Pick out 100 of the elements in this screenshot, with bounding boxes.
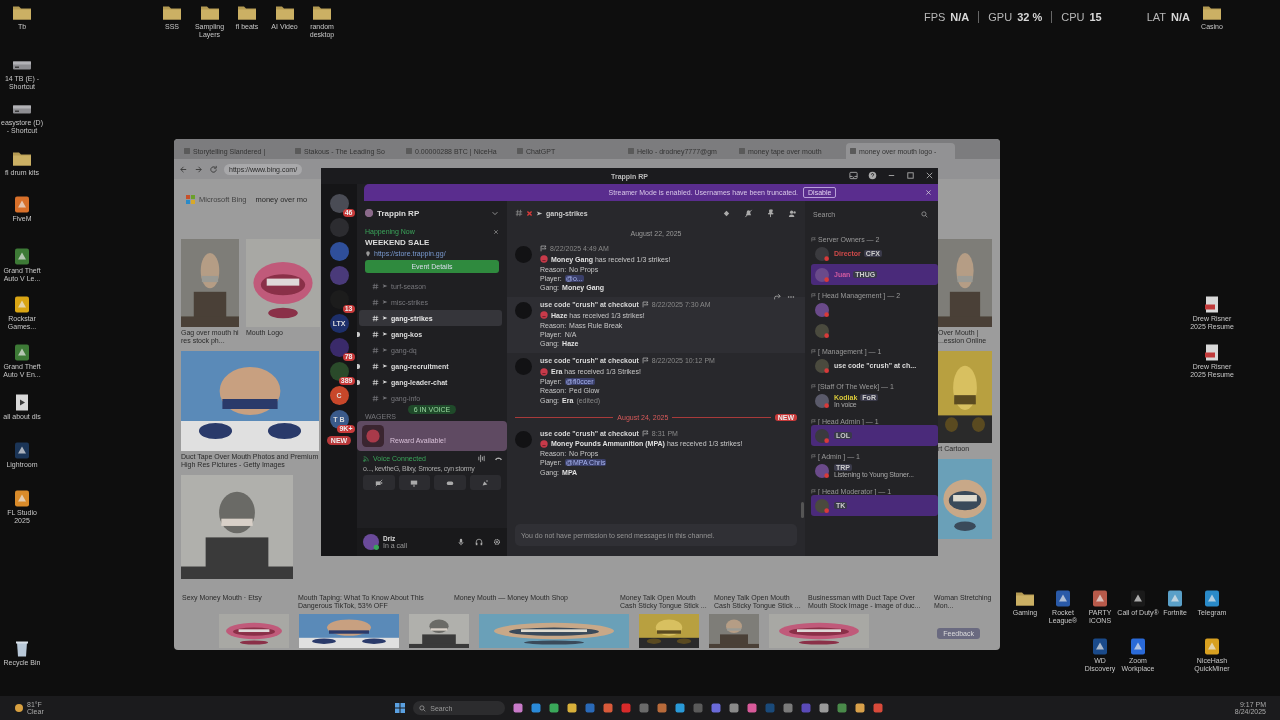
- back-icon[interactable]: [179, 164, 188, 174]
- search-icon[interactable]: [419, 704, 427, 712]
- gpu-label: GPU: [988, 11, 1013, 23]
- flag-icon: [811, 488, 816, 494]
- forward-icon[interactable]: [773, 293, 781, 302]
- app-icon[interactable]: [1053, 590, 1073, 607]
- folder-icon[interactable]: [1015, 590, 1035, 607]
- fps-label: FPS: [923, 11, 946, 23]
- maximize-icon[interactable]: [906, 171, 915, 180]
- windows-start-icon[interactable]: [395, 703, 406, 713]
- latency-label: LAT: [1146, 11, 1167, 23]
- hang-up-icon[interactable]: [494, 454, 503, 463]
- taskbar-app-icon[interactable]: [855, 703, 866, 713]
- folder-icon[interactable]: [199, 4, 220, 21]
- forward-icon[interactable]: [194, 164, 203, 174]
- microphone-icon[interactable]: [457, 538, 465, 546]
- server-name[interactable]: Trappin RP: [377, 208, 487, 218]
- taskbar-app-icon[interactable]: [549, 703, 560, 713]
- app-icon[interactable]: [12, 442, 32, 459]
- channel-hash-icon: [515, 209, 523, 217]
- member-avatar: [815, 246, 829, 261]
- folder-icon[interactable]: [12, 4, 32, 21]
- taskbar-app-icon[interactable]: [783, 703, 794, 713]
- app-icon[interactable]: [12, 344, 32, 361]
- app-icon[interactable]: [1128, 638, 1148, 655]
- taskbar-app-icon[interactable]: [837, 703, 848, 713]
- member-avatar: [815, 302, 829, 317]
- taskbar-app-icon[interactable]: [675, 703, 686, 713]
- camera-off-button[interactable]: [363, 475, 395, 490]
- user-avatar[interactable]: [363, 534, 379, 550]
- arrow-icon: [382, 283, 388, 289]
- arrow-icon: [382, 331, 388, 337]
- app-icon[interactable]: [1202, 638, 1222, 655]
- member-avatar: [815, 267, 829, 282]
- folder-icon[interactable]: [312, 4, 332, 21]
- fps-value: N/A: [950, 11, 970, 23]
- folder-icon[interactable]: [12, 150, 32, 167]
- threads-icon[interactable]: [722, 208, 731, 218]
- gpu-value: 32 %: [1017, 11, 1043, 23]
- flag-icon: [811, 348, 816, 354]
- flag-icon: [811, 236, 816, 242]
- taskbar-app-icon[interactable]: [567, 703, 578, 713]
- app-icon[interactable]: [1090, 638, 1110, 655]
- folder-icon[interactable]: [274, 4, 295, 21]
- flag-icon: [641, 301, 649, 309]
- taskbar-app-icon[interactable]: [657, 703, 668, 713]
- taskbar-app-icon[interactable]: [711, 703, 722, 713]
- app-icon[interactable]: [1202, 590, 1222, 607]
- cpu-value: 15: [1089, 11, 1102, 23]
- app-icon[interactable]: [12, 490, 32, 507]
- cpu-label: CPU: [1061, 11, 1085, 23]
- latency-value: N/A: [1171, 11, 1190, 23]
- member-avatar: [815, 498, 829, 513]
- help-icon[interactable]: [868, 171, 877, 180]
- flag-icon: [811, 292, 816, 298]
- flag-icon: [811, 418, 816, 424]
- hash-icon: [372, 330, 379, 338]
- hash-icon: [372, 298, 379, 306]
- app-icon[interactable]: [12, 248, 32, 265]
- soundboard-button[interactable]: [469, 475, 501, 490]
- screen-share-icon: [410, 478, 419, 487]
- folder-icon[interactable]: [162, 4, 182, 21]
- screen-share-button[interactable]: [398, 475, 430, 490]
- member-avatar: [815, 323, 829, 338]
- taskbar-app-icon[interactable]: [603, 703, 614, 713]
- close-icon[interactable]: [493, 228, 499, 235]
- folder-icon[interactable]: [237, 4, 257, 21]
- taskbar-app-icon[interactable]: [513, 703, 524, 713]
- hash-icon: [372, 394, 379, 402]
- taskbar-app-icon[interactable]: [873, 703, 884, 713]
- taskbar-app-icon[interactable]: [621, 703, 632, 713]
- settings-icon[interactable]: [493, 538, 501, 546]
- members-icon[interactable]: [788, 208, 797, 218]
- taskbar-app-icon[interactable]: [531, 703, 542, 713]
- app-icon[interactable]: [1165, 590, 1185, 607]
- search-icon[interactable]: [921, 210, 928, 218]
- pin-icon[interactable]: [766, 208, 775, 218]
- flag-icon: [641, 357, 649, 365]
- activity-button[interactable]: [434, 475, 466, 490]
- app-icon[interactable]: [12, 296, 32, 313]
- arrow-icon: [382, 315, 388, 321]
- sound-wave-icon[interactable]: [477, 454, 486, 463]
- close-icon[interactable]: [925, 171, 934, 180]
- mute-bell-icon[interactable]: [744, 208, 753, 218]
- inbox-icon[interactable]: [849, 171, 858, 180]
- arrow-icon: [382, 347, 388, 353]
- flag-icon: [811, 383, 816, 389]
- taskbar-app-icon[interactable]: [819, 703, 830, 713]
- avatar-icon: [362, 425, 384, 447]
- app-icon[interactable]: [1090, 590, 1110, 607]
- headphones-icon[interactable]: [475, 538, 483, 546]
- app-icon[interactable]: [1128, 590, 1148, 607]
- camera-off-icon: [374, 478, 383, 487]
- app-icon[interactable]: [12, 196, 32, 213]
- chevron-down-icon[interactable]: [491, 209, 499, 217]
- folder-icon[interactable]: [1202, 4, 1222, 21]
- signal-icon: [363, 455, 370, 462]
- taskbar-app-icon[interactable]: [747, 703, 758, 713]
- member-avatar: [815, 428, 829, 443]
- taskbar-app-icon[interactable]: [729, 703, 740, 713]
